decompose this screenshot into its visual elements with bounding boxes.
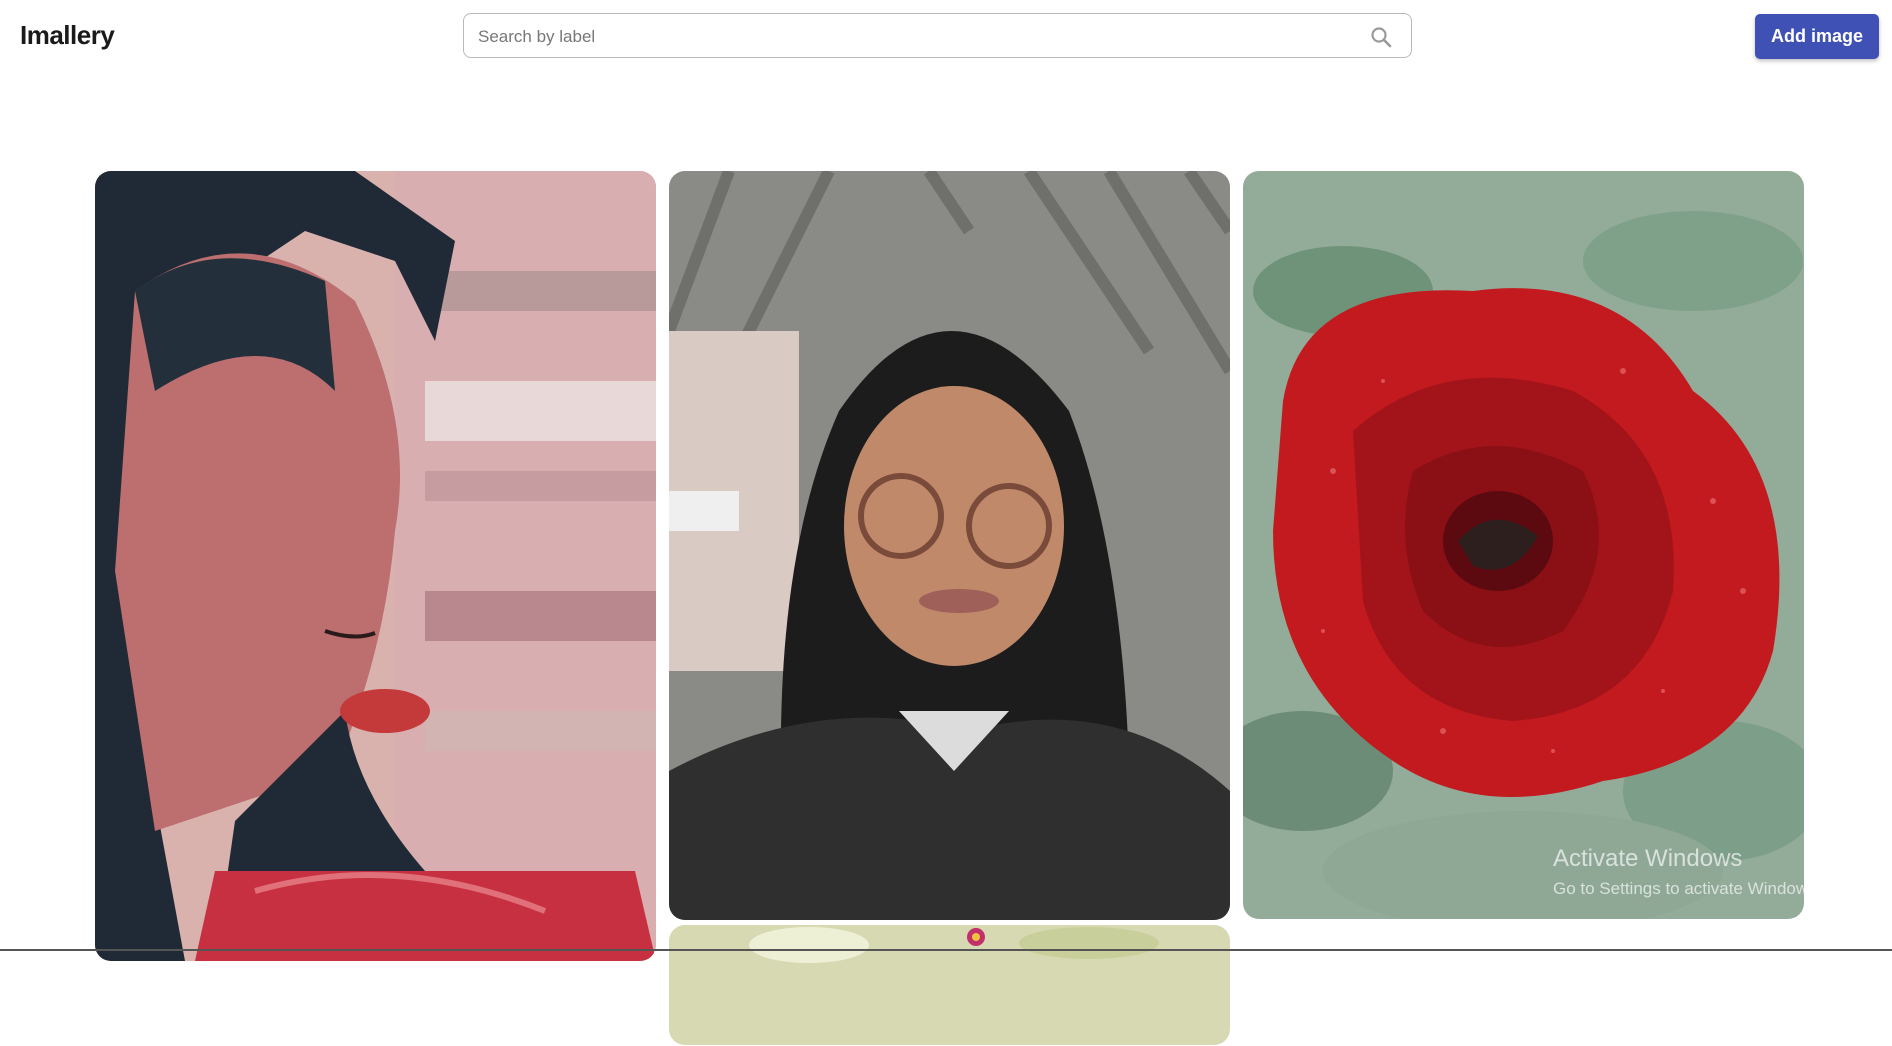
watermark-title: Activate Windows	[1553, 845, 1743, 872]
red-rose-image	[1243, 171, 1804, 919]
flowers-image	[669, 925, 1230, 1045]
gallery-image-partial[interactable]	[1243, 926, 1804, 1046]
add-image-button[interactable]: Add image	[1755, 14, 1879, 59]
activate-windows-watermark: Activate Windows Go to Settings to activ…	[1553, 845, 1821, 899]
app-header: Imallery Add image	[0, 0, 1892, 75]
search-bar[interactable]	[463, 13, 1412, 58]
watermark-subtitle: Go to Settings to activate Windows.	[1553, 879, 1822, 898]
portrait-profile-image	[95, 171, 656, 961]
gallery-image-portrait-profile[interactable]	[95, 171, 656, 961]
gallery-image-portrait-selfie[interactable]	[669, 171, 1230, 920]
gallery-image-red-rose[interactable]	[1243, 171, 1804, 919]
search-icon[interactable]	[1369, 25, 1393, 49]
portrait-selfie-image	[669, 171, 1230, 920]
search-input[interactable]	[476, 22, 1360, 52]
app-logo[interactable]: Imallery	[20, 20, 115, 51]
gallery-image-flowers[interactable]	[669, 925, 1230, 1045]
